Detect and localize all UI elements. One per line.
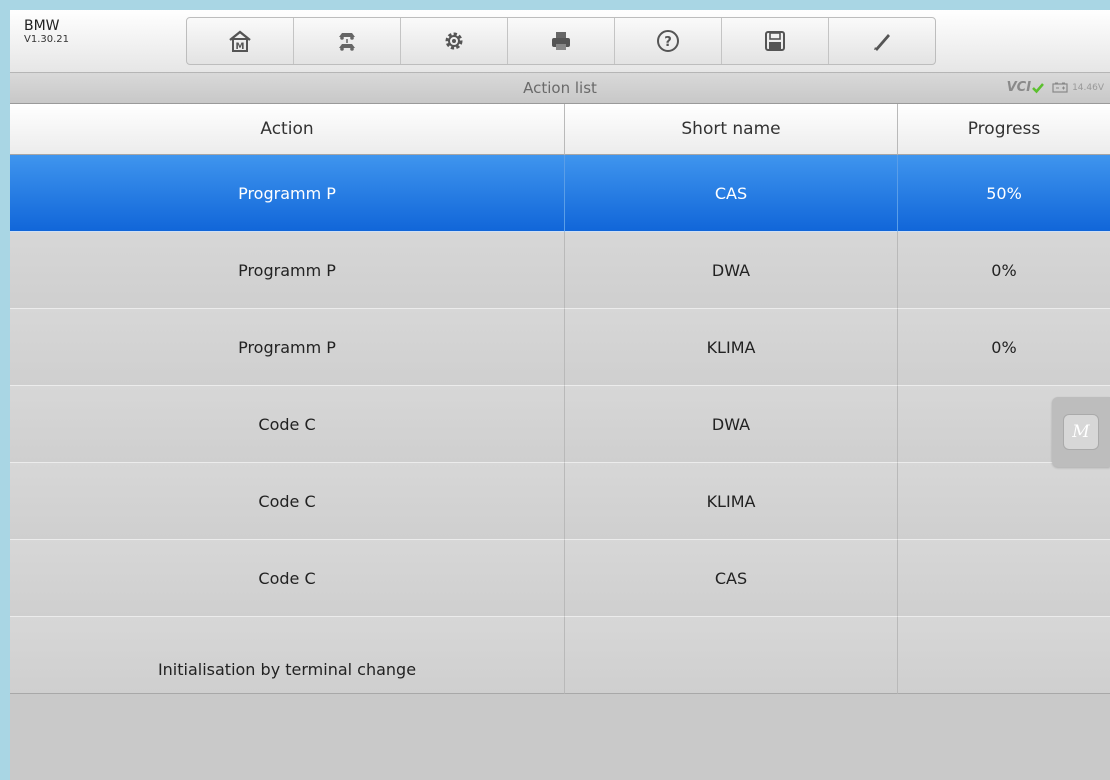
floating-m-icon: M [1063, 414, 1099, 450]
battery-voltage: 14.46V [1072, 82, 1104, 93]
status-area: VCI 14.46V [1007, 80, 1104, 95]
progress-cell [898, 540, 1110, 617]
progress-cell: 0% [898, 309, 1110, 386]
table-header: Action Short name Progress [10, 104, 1110, 155]
table-row[interactable]: Programm P DWA 0% [10, 232, 1110, 309]
title-bar: Action list VCI 14.46V [10, 73, 1110, 104]
short-name-cell [565, 617, 898, 694]
short-name-cell: KLIMA [565, 463, 898, 540]
gear-icon [445, 32, 463, 50]
short-name-cell: DWA [565, 386, 898, 463]
home-button[interactable]: M [187, 18, 294, 64]
save-button[interactable] [722, 18, 829, 64]
toolbar-buttons: M ? [186, 17, 936, 65]
svg-text:M: M [236, 42, 245, 52]
vehicle-swap-icon [339, 33, 355, 51]
action-table: Action Short name Progress Programm P CA… [10, 104, 1110, 694]
progress-cell: 50% [898, 155, 1110, 232]
action-cell: Code C [10, 386, 565, 463]
short-name-cell: CAS [565, 155, 898, 232]
short-name-cell: DWA [565, 232, 898, 309]
column-header-action: Action [10, 104, 565, 155]
top-toolbar: BMW V1.30.21 M ? [10, 10, 1110, 73]
battery-icon [1052, 82, 1068, 93]
app-window: BMW V1.30.21 M ? Action list VCI 14.46V … [10, 10, 1110, 780]
battery-status: 14.46V [1052, 82, 1104, 93]
svg-text:?: ? [664, 35, 672, 50]
action-cell: Programm P [10, 155, 565, 232]
action-cell: Programm P [10, 232, 565, 309]
home-icon: M [229, 30, 251, 52]
progress-cell [898, 617, 1110, 694]
edit-button[interactable] [829, 18, 935, 64]
vci-label: VCI [1006, 80, 1032, 95]
progress-cell [898, 463, 1110, 540]
save-icon [765, 31, 785, 51]
table-row[interactable]: Initialisation by terminal change [10, 617, 1110, 694]
action-cell: Code C [10, 463, 565, 540]
print-button[interactable] [508, 18, 615, 64]
vehicle-swap-button[interactable] [294, 18, 401, 64]
floating-menu-button[interactable]: M [1052, 397, 1110, 467]
progress-cell: 0% [898, 232, 1110, 309]
help-icon: ? [657, 30, 679, 52]
action-cell: Code C [10, 540, 565, 617]
table-row[interactable]: Programm P CAS 50% [10, 155, 1110, 232]
settings-button[interactable] [401, 18, 508, 64]
check-icon [1032, 82, 1045, 93]
help-button[interactable]: ? [615, 18, 722, 64]
software-version: V1.30.21 [24, 34, 70, 46]
table-row[interactable]: Programm P KLIMA 0% [10, 309, 1110, 386]
action-cell: Programm P [10, 309, 565, 386]
table-row[interactable]: Code C DWA [10, 386, 1110, 463]
brand-info: BMW V1.30.21 [24, 18, 69, 46]
action-cell: Initialisation by terminal change [10, 617, 565, 694]
pencil-icon [874, 34, 890, 51]
vci-status: VCI [1006, 80, 1045, 95]
vehicle-make: BMW [24, 18, 60, 34]
printer-icon [552, 32, 570, 50]
column-header-short-name: Short name [565, 104, 898, 155]
page-title: Action list [523, 79, 597, 97]
table-row[interactable]: Code C CAS [10, 540, 1110, 617]
column-header-progress: Progress [898, 104, 1110, 155]
table-row[interactable]: Code C KLIMA [10, 463, 1110, 540]
short-name-cell: CAS [565, 540, 898, 617]
short-name-cell: KLIMA [565, 309, 898, 386]
